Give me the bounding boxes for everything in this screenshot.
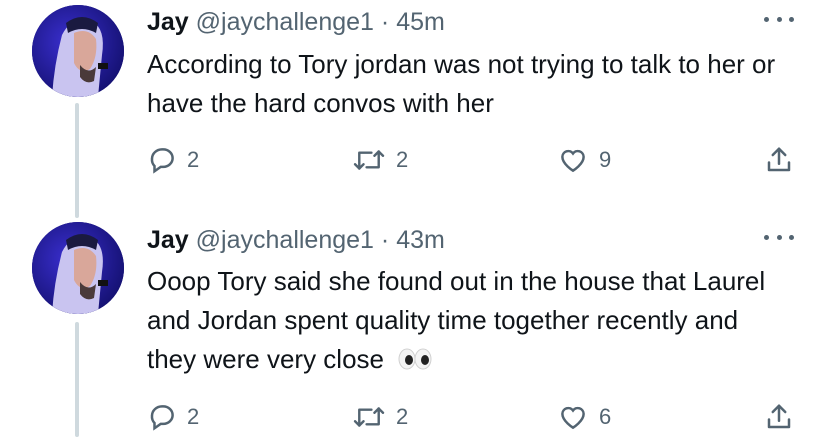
share-button[interactable] (764, 142, 794, 178)
timestamp[interactable]: 45m (396, 8, 445, 36)
tweet-actions: 2 2 9 (147, 142, 797, 178)
tweet-text-body: According to Tory jordan was not trying … (147, 49, 776, 118)
tweet-text: Ooop Tory said she found out in the hous… (147, 262, 787, 381)
share-icon (767, 147, 791, 172)
reply-button[interactable]: 2 (147, 399, 199, 435)
retweet-button[interactable]: 2 (352, 142, 408, 178)
share-button[interactable] (764, 399, 794, 435)
reply-icon (150, 405, 174, 431)
thread-line (75, 322, 79, 437)
reply-count: 2 (187, 404, 200, 429)
like-count: 6 (599, 404, 612, 429)
heart-icon (561, 406, 585, 430)
user-handle[interactable]: @jaychallenge1 (196, 8, 374, 36)
display-name[interactable]: Jay (147, 8, 189, 36)
tweet-actions: 2 2 6 (147, 399, 797, 435)
reply-button[interactable]: 2 (147, 142, 199, 178)
tweet-header: Jay @jaychallenge1 · 43m (147, 225, 768, 255)
share-icon (767, 404, 791, 429)
tweet-text: According to Tory jordan was not trying … (147, 45, 787, 123)
separator-dot: · (380, 226, 390, 254)
avatar[interactable] (32, 222, 124, 314)
eyes-emoji-icon (397, 342, 433, 381)
thread-line (75, 103, 79, 218)
heart-icon (561, 149, 585, 173)
retweet-count: 2 (396, 147, 409, 172)
tweet-header: Jay @jaychallenge1 · 45m (147, 7, 768, 37)
more-icon[interactable] (764, 227, 794, 247)
like-count: 9 (599, 147, 612, 172)
retweet-icon (353, 150, 385, 170)
tweet-text-body: Ooop Tory said she found out in the hous… (147, 266, 766, 374)
tweet[interactable]: Jay @jaychallenge1 · 43m Ooop Tory said … (0, 218, 828, 437)
retweet-icon (353, 407, 385, 427)
more-icon[interactable] (764, 9, 794, 29)
avatar[interactable] (32, 5, 124, 97)
like-button[interactable]: 9 (557, 142, 611, 178)
retweet-button[interactable]: 2 (352, 399, 408, 435)
display-name[interactable]: Jay (147, 226, 189, 254)
user-handle[interactable]: @jaychallenge1 (196, 226, 374, 254)
like-button[interactable]: 6 (557, 399, 611, 435)
retweet-count: 2 (396, 404, 409, 429)
tweet[interactable]: Jay @jaychallenge1 · 45m According to To… (0, 0, 828, 218)
timestamp[interactable]: 43m (396, 226, 445, 254)
reply-count: 2 (187, 147, 200, 172)
separator-dot: · (380, 8, 390, 36)
reply-icon (150, 148, 174, 174)
